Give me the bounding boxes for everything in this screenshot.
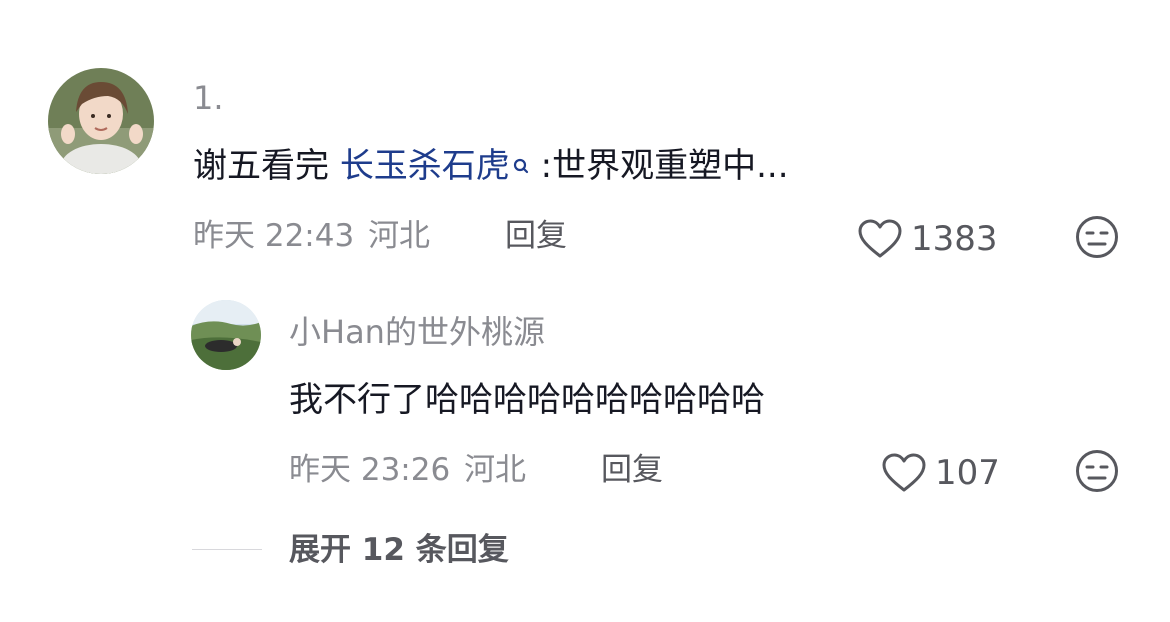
expand-divider xyxy=(192,549,262,550)
reply-avatar[interactable] xyxy=(191,300,261,370)
reply-time: 昨天 23:26 xyxy=(289,452,451,488)
reply-like-count: 107 xyxy=(935,453,1000,493)
meh-face-icon xyxy=(1076,450,1118,492)
comment-text-suffix: :世界观重塑中... xyxy=(529,146,789,186)
reply-text: 我不行了哈哈哈哈哈哈哈哈哈哈 xyxy=(289,380,765,420)
comment-like-count: 1383 xyxy=(911,219,998,259)
comment-username[interactable]: 1. xyxy=(193,78,224,118)
avatar-photo xyxy=(191,300,261,370)
comment-time: 昨天 22:43 xyxy=(193,218,355,254)
reply-location: 河北 xyxy=(464,452,527,488)
comment-reply-button[interactable]: 回复 xyxy=(505,216,567,256)
comment-avatar[interactable] xyxy=(48,68,154,174)
reply-username[interactable]: 小Han的世外桃源 xyxy=(289,312,545,352)
expand-replies-button[interactable]: 展开 12 条回复 xyxy=(289,530,509,570)
comment-mention-link[interactable]: 长玉杀石虎 xyxy=(340,146,530,186)
meh-face-icon xyxy=(1076,216,1118,258)
search-icon xyxy=(512,146,530,174)
heart-outline-icon xyxy=(858,219,902,258)
avatar-photo xyxy=(48,68,154,174)
reply-meta: 昨天 23:26 河北 xyxy=(289,450,526,490)
comment-text: 谢五看完 长玉杀石虎 :世界观重塑中... xyxy=(193,144,789,188)
reply-dislike-button[interactable] xyxy=(1075,449,1119,493)
comment-like-button[interactable]: 1383 xyxy=(857,218,998,260)
comment-location: 河北 xyxy=(368,218,431,254)
comment-dislike-button[interactable] xyxy=(1075,215,1119,259)
reply-reply-button[interactable]: 回复 xyxy=(601,450,663,490)
heart-outline-icon xyxy=(882,453,926,492)
comment-meta: 昨天 22:43 河北 xyxy=(193,216,430,256)
reply-like-button[interactable]: 107 xyxy=(881,452,1000,494)
mention-label: 长玉杀石虎 xyxy=(339,146,510,186)
comment-text-prefix: 谢五看完 xyxy=(193,146,340,186)
